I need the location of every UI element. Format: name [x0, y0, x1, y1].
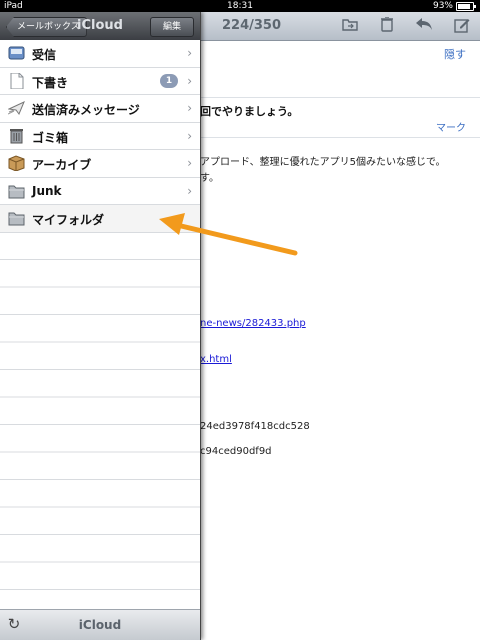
- folder-label: Junk: [32, 183, 62, 198]
- compose-icon[interactable]: [452, 17, 472, 35]
- sent-icon: [7, 100, 25, 116]
- status-bar: iPad 18:31 93%: [0, 0, 480, 12]
- battery-icon: [456, 1, 476, 11]
- folder-label: マイフォルダ: [32, 213, 105, 227]
- folder-icon: [8, 183, 25, 199]
- mailboxes-back-button[interactable]: メールボックス: [6, 17, 87, 37]
- trash-icon: [8, 128, 25, 144]
- chevron-right-icon: ›: [187, 73, 192, 88]
- chevron-right-icon: ›: [187, 183, 192, 198]
- mark-link[interactable]: マーク: [436, 119, 466, 134]
- message-subject: 回でやりましょう。: [200, 105, 299, 118]
- body-text-line: す。: [200, 173, 219, 184]
- folder-item-drafts[interactable]: 下書き 1 ›: [0, 67, 200, 95]
- reply-icon[interactable]: [414, 17, 434, 35]
- body-hash-line: 24ed3978f418cdc528: [200, 421, 310, 432]
- message-counter: 224/350: [222, 18, 282, 33]
- folder-label: 送信済みメッセージ: [32, 103, 140, 117]
- folder-item-inbox[interactable]: 受信 ›: [0, 40, 200, 68]
- hide-details-link[interactable]: 隠す: [444, 46, 466, 62]
- chevron-right-icon: ›: [187, 46, 192, 60]
- folder-item-archive[interactable]: アーカイブ ›: [0, 150, 200, 178]
- archive-box-icon: [8, 155, 25, 172]
- folder-item-sent[interactable]: 送信済みメッセージ ›: [0, 95, 200, 123]
- divider: [200, 97, 480, 98]
- body-link[interactable]: ne-news/282433.php: [200, 318, 306, 329]
- popover-footer: ↻ iCloud: [0, 609, 200, 640]
- folder-move-icon[interactable]: [340, 17, 360, 35]
- battery-status: 93%: [432, 0, 476, 12]
- annotation-arrow-icon: [159, 213, 298, 256]
- inbox-icon: [8, 45, 25, 61]
- folder-list: 受信 › 下書き 1 › 送信済みメッセージ › ゴミ箱 › アーカイブ › J…: [0, 40, 200, 605]
- clock: 18:31: [227, 1, 253, 11]
- body-link[interactable]: x.html: [200, 354, 232, 365]
- folder-label: 受信: [32, 48, 57, 62]
- chevron-right-icon: ›: [187, 156, 192, 170]
- trash-icon[interactable]: [377, 16, 397, 35]
- unread-count-badge: 1: [160, 73, 178, 88]
- battery-percent: 93%: [432, 1, 453, 11]
- body-text-line: アプロード、整理に優れたアプリ5個みたいな感じで。: [200, 157, 446, 168]
- edit-button[interactable]: 編集: [150, 17, 194, 37]
- folder-label: アーカイブ: [32, 158, 92, 172]
- body-hash-line: c94ced90df9d: [200, 446, 272, 457]
- footer-account-title: iCloud: [78, 618, 122, 632]
- chevron-right-icon: ›: [187, 101, 192, 115]
- folder-icon: [8, 210, 25, 226]
- folder-label: ゴミ箱: [32, 130, 69, 145]
- drafts-icon: [8, 72, 25, 89]
- folder-item-junk[interactable]: Junk ›: [0, 177, 200, 205]
- chevron-right-icon: ›: [187, 128, 192, 143]
- folder-label: 下書き: [32, 75, 69, 90]
- divider: [200, 137, 480, 138]
- popover-header: メールボックス iCloud 編集: [0, 12, 200, 41]
- mailbox-popover: メールボックス iCloud 編集 受信 › 下書き 1 › 送信済みメッセージ…: [0, 12, 201, 640]
- folder-item-trash[interactable]: ゴミ箱 ›: [0, 122, 200, 150]
